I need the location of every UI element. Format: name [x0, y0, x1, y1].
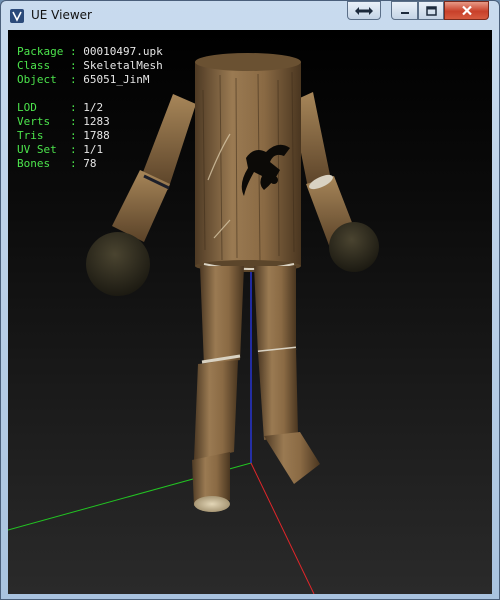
info-row-uvset: UV Set : 1/1 — [17, 143, 104, 156]
app-window: UE Viewer Package: 00010497.upk Class:… — [0, 0, 500, 600]
info-row-verts: Verts : 1283 — [17, 115, 110, 128]
info-row-bones: Bones : 78 — [17, 157, 97, 170]
info-row-lod: LOD : 1/2 — [17, 101, 104, 114]
swap-icon — [355, 6, 373, 15]
maximize-icon — [425, 5, 437, 16]
viewport[interactable]: Package : 00010497.upk Class : SkeletalM… — [8, 30, 492, 594]
info-row-tris: Tris : 1788 — [17, 129, 110, 142]
close-button[interactable] — [444, 1, 489, 20]
minimize-icon — [400, 11, 409, 14]
swap-view-button[interactable] — [347, 1, 381, 20]
axis-x-line — [250, 462, 315, 594]
window-title: UE Viewer — [31, 8, 92, 22]
info-row-object: Object : 65051_JinM — [17, 73, 150, 86]
maximize-button[interactable] — [418, 1, 444, 20]
mesh-info-panel: Package : 00010497.upk Class : SkeletalM… — [17, 45, 163, 171]
title-bar[interactable]: UE Viewer — [1, 1, 499, 30]
right-leg — [254, 266, 320, 484]
right-arm — [291, 92, 379, 272]
app-icon — [10, 9, 24, 23]
close-icon — [461, 5, 472, 16]
info-row-package: Package : 00010497.upk — [17, 45, 163, 58]
left-leg — [192, 266, 244, 512]
minimize-button[interactable] — [391, 1, 418, 20]
torso — [195, 53, 301, 272]
info-row-class: Class : SkeletalMesh — [17, 59, 163, 72]
